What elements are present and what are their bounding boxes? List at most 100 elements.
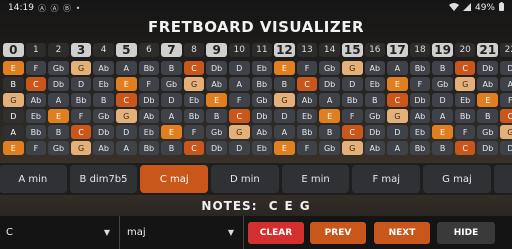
fret-note[interactable]: Db: [206, 61, 227, 75]
fret-note[interactable]: Ab: [296, 93, 318, 107]
fret-note[interactable]: G: [387, 109, 408, 123]
fret-note[interactable]: Ab: [25, 93, 47, 107]
fret-note[interactable]: B: [477, 109, 499, 123]
fret-note[interactable]: A: [387, 61, 408, 75]
next-button[interactable]: NEXT: [374, 222, 430, 244]
fret-note[interactable]: Db: [93, 125, 114, 139]
fret-note[interactable]: Eb: [364, 77, 386, 91]
fret-note[interactable]: E: [161, 125, 182, 139]
fret-note[interactable]: F: [70, 109, 92, 123]
fret-note[interactable]: A: [115, 61, 137, 75]
fret-note[interactable]: Bb: [25, 125, 47, 139]
fret-note[interactable]: A: [432, 109, 453, 123]
chord-button[interactable]: G maj: [423, 165, 491, 193]
fret-note[interactable]: Gb: [161, 77, 182, 91]
fret-note[interactable]: Eb: [183, 93, 205, 107]
fret-note[interactable]: C: [70, 125, 92, 139]
fret-note[interactable]: Db: [319, 77, 340, 91]
fret-note[interactable]: E: [274, 61, 295, 75]
open-string-note[interactable]: G: [3, 93, 24, 107]
fret-note[interactable]: A: [228, 77, 250, 91]
fret-note[interactable]: Db: [364, 125, 386, 139]
fret-note[interactable]: G: [228, 125, 250, 139]
fret-note[interactable]: Gb: [319, 141, 340, 155]
open-string-note[interactable]: B: [3, 77, 24, 91]
fret-note[interactable]: Eb: [251, 61, 273, 75]
fret-note[interactable]: B: [274, 77, 295, 91]
fret-note[interactable]: E: [387, 77, 408, 91]
fret-note[interactable]: Ab: [93, 61, 114, 75]
fret-note[interactable]: Bb: [409, 61, 431, 75]
quality-select[interactable]: maj ▼: [121, 216, 244, 249]
fret-note[interactable]: F: [138, 77, 160, 91]
fret-note[interactable]: Bb: [70, 93, 92, 107]
fret-note[interactable]: Bb: [251, 77, 273, 91]
fret-note[interactable]: B: [206, 109, 227, 123]
fret-note[interactable]: C: [341, 125, 363, 139]
chord-button[interactable]: F maj: [352, 165, 421, 193]
fret-note[interactable]: C: [296, 77, 318, 91]
fret-note[interactable]: G: [454, 77, 476, 91]
fret-note[interactable]: B: [48, 125, 69, 139]
fret-note[interactable]: F: [341, 109, 363, 123]
fret-note[interactable]: Bb: [138, 141, 160, 155]
fret-note[interactable]: C: [183, 141, 205, 155]
fret-note[interactable]: F: [296, 61, 318, 75]
fret-note[interactable]: Gb: [477, 125, 499, 139]
fret-note[interactable]: Db: [477, 141, 499, 155]
fret-note[interactable]: A: [319, 93, 340, 107]
fret-note[interactable]: Eb: [93, 77, 114, 91]
fret-note[interactable]: E: [206, 93, 227, 107]
fret-note[interactable]: D: [500, 141, 512, 155]
fret-note[interactable]: B: [161, 61, 182, 75]
fret-note[interactable]: Ab: [93, 141, 114, 155]
fret-note[interactable]: Gb: [206, 125, 227, 139]
fret-note[interactable]: E: [477, 93, 499, 107]
fret-note[interactable]: A: [387, 141, 408, 155]
fret-note[interactable]: Bb: [341, 93, 363, 107]
fret-note[interactable]: Ab: [206, 77, 227, 91]
fret-note[interactable]: G: [500, 125, 512, 139]
fret-note[interactable]: Bb: [454, 109, 476, 123]
chord-button[interactable]: D min: [211, 165, 279, 193]
fret-note[interactable]: D: [161, 93, 182, 107]
clear-button[interactable]: CLEAR: [248, 222, 304, 244]
fret-note[interactable]: G: [70, 61, 92, 75]
fret-note[interactable]: A: [48, 93, 69, 107]
fret-note[interactable]: Bb: [296, 125, 318, 139]
fret-note[interactable]: Gb: [432, 77, 453, 91]
prev-button[interactable]: PREV: [310, 222, 366, 244]
chord-button[interactable]: E min: [281, 165, 350, 193]
fret-note[interactable]: F: [296, 141, 318, 155]
fret-note[interactable]: Gb: [48, 141, 69, 155]
fret-note[interactable]: F: [25, 61, 47, 75]
fret-note[interactable]: Eb: [454, 93, 476, 107]
fret-note[interactable]: C: [454, 61, 476, 75]
fret-note[interactable]: D: [387, 125, 408, 139]
fret-note[interactable]: Eb: [251, 141, 273, 155]
fret-note[interactable]: G: [115, 109, 137, 123]
fret-note[interactable]: Db: [48, 77, 69, 91]
fret-note[interactable]: Db: [138, 93, 160, 107]
fret-note[interactable]: G: [70, 141, 92, 155]
fret-note[interactable]: B: [319, 125, 340, 139]
fret-note[interactable]: Gb: [319, 61, 340, 75]
fret-note[interactable]: F: [228, 93, 250, 107]
fret-note[interactable]: Bb: [409, 141, 431, 155]
fret-note[interactable]: D: [432, 93, 453, 107]
fret-note[interactable]: G: [341, 61, 363, 75]
fret-note[interactable]: C: [115, 93, 137, 107]
fret-note[interactable]: F: [183, 125, 205, 139]
fret-note[interactable]: Bb: [138, 61, 160, 75]
fret-note[interactable]: Ab: [364, 141, 386, 155]
open-string-note[interactable]: D: [3, 109, 24, 123]
fret-note[interactable]: A: [115, 141, 137, 155]
fret-note[interactable]: A: [500, 77, 512, 91]
fret-note[interactable]: C: [500, 109, 512, 123]
fret-note[interactable]: Eb: [138, 125, 160, 139]
fret-note[interactable]: B: [432, 141, 453, 155]
fret-note[interactable]: C: [25, 77, 47, 91]
fret-note[interactable]: B: [93, 93, 114, 107]
fret-note[interactable]: G: [341, 141, 363, 155]
fret-note[interactable]: Gb: [93, 109, 114, 123]
